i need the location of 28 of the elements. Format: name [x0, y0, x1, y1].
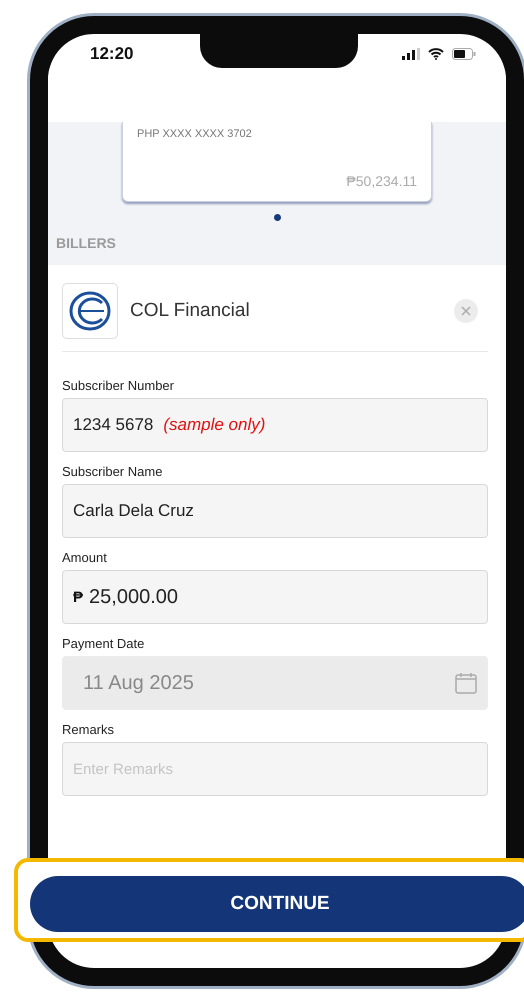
close-button[interactable]: [454, 299, 478, 323]
account-card[interactable]: PHP XXXX XXXX 3702 ₱50,234.11: [122, 122, 432, 202]
currency-sign: ₱: [73, 588, 84, 606]
wifi-icon: [428, 48, 444, 60]
close-icon: [461, 306, 471, 316]
biller-name: COL Financial: [130, 300, 251, 322]
section-title: BILLERS: [56, 235, 116, 251]
field-label: Subscriber Number: [62, 378, 175, 393]
account-balance: ₱50,234.11: [346, 173, 417, 189]
field-label: Subscriber Name: [62, 464, 164, 479]
biller-logo: [62, 283, 118, 339]
field-value: 25,000.00: [89, 586, 178, 608]
account-number: PHP XXXX XXXX 3702: [137, 128, 252, 140]
battery-icon: [452, 48, 476, 60]
field-value: 11 Aug 2025: [82, 672, 195, 694]
input-field[interactable]: Carla Dela Cruz: [62, 484, 488, 538]
field-value: 1234 5678: [73, 415, 154, 435]
input-field[interactable]: ₱ 25,000.00: [62, 570, 488, 624]
sample-note: (sample only): [163, 415, 266, 435]
input-field[interactable]: 1234 5678 (sample only): [62, 398, 488, 452]
carousel-dot[interactable]: [274, 214, 280, 221]
field-label: Amount: [62, 550, 108, 565]
field-label: Payment Date: [62, 636, 146, 651]
signal-icon: [402, 48, 420, 60]
field-label: Remarks: [62, 722, 116, 737]
field-value: Carla Dela Cruz: [73, 501, 194, 521]
continue-button[interactable]: CONTINUE: [30, 876, 524, 932]
status-time: 12:20: [90, 44, 134, 64]
